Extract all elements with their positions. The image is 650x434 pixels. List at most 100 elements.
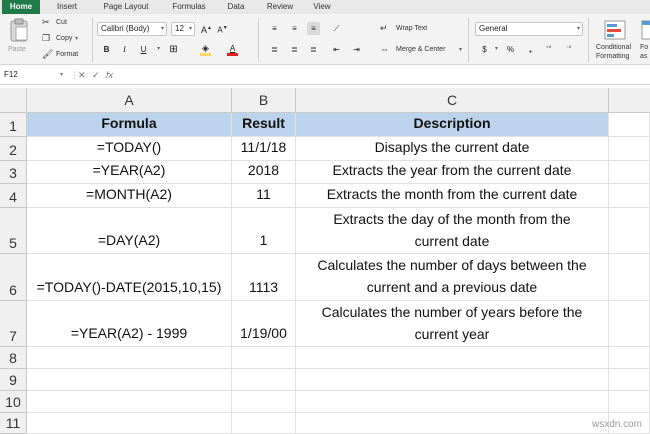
column-header-b[interactable]: B	[232, 88, 296, 113]
increase-font-icon[interactable]: A▲	[200, 22, 213, 35]
tab-insert[interactable]: Insert	[50, 0, 84, 14]
percent-icon[interactable]: %	[504, 43, 517, 56]
copy-button[interactable]: ❐ Copy ▾	[42, 33, 82, 45]
table-cell[interactable]	[232, 391, 296, 413]
row-header[interactable]: 7	[0, 301, 27, 347]
paste-button[interactable]: Paste	[6, 18, 32, 60]
number-format-select[interactable]: General ▾	[475, 22, 583, 36]
table-cell[interactable]	[27, 413, 232, 434]
table-cell[interactable]	[609, 391, 650, 413]
row-header[interactable]: 11	[0, 413, 27, 434]
table-cell[interactable]: 1113	[232, 254, 296, 301]
increase-indent-icon[interactable]: ⇥	[350, 43, 363, 56]
table-cell[interactable]: 11/1/18	[232, 137, 296, 161]
table-cell[interactable]	[609, 113, 650, 137]
borders-icon[interactable]: ⊞	[167, 43, 180, 56]
align-bottom-icon[interactable]: ≡	[307, 22, 320, 35]
chevron-down-icon[interactable]: ▾	[490, 43, 503, 56]
increase-decimal-icon[interactable]: ⁺⁰	[542, 43, 555, 56]
table-cell[interactable]: 11	[232, 184, 296, 208]
comma-style-icon[interactable]: ❟	[524, 43, 537, 56]
chevron-down-icon[interactable]: ▾	[152, 43, 165, 56]
italic-button[interactable]: I	[118, 43, 131, 56]
merge-center-button[interactable]: ⇔ Merge & Center ▾	[380, 44, 468, 56]
font-size-select[interactable]: 12 ▾	[171, 22, 195, 36]
table-cell[interactable]: 2018	[232, 161, 296, 184]
font-color-button[interactable]: A	[226, 42, 239, 56]
row-header[interactable]: 10	[0, 391, 27, 413]
format-painter-button[interactable]: 🖌 Format	[42, 49, 86, 61]
conditional-formatting-button[interactable]: Conditional Formatting	[594, 18, 640, 64]
table-cell[interactable]	[296, 369, 609, 391]
decrease-indent-icon[interactable]: ⇤	[330, 43, 343, 56]
table-cell[interactable]: Description	[296, 113, 609, 137]
align-top-icon[interactable]: ≡	[268, 22, 281, 35]
tab-formulas[interactable]: Formulas	[166, 0, 212, 14]
wrap-text-button[interactable]: ↵ Wrap Text	[380, 23, 450, 35]
table-cell[interactable]	[232, 369, 296, 391]
table-cell[interactable]	[296, 347, 609, 369]
table-cell[interactable]	[609, 208, 650, 254]
orientation-icon[interactable]: ⟋	[330, 22, 343, 35]
row-header[interactable]: 5	[0, 208, 27, 254]
chevron-down-icon[interactable]: ▾	[60, 68, 63, 82]
fx-icon[interactable]: fx	[106, 68, 113, 82]
table-cell[interactable]	[296, 391, 609, 413]
decrease-font-icon[interactable]: A▼	[216, 22, 229, 35]
table-cell[interactable]	[232, 347, 296, 369]
cut-button[interactable]: ✂ Cut	[42, 17, 82, 29]
select-all-corner[interactable]	[0, 88, 27, 113]
confirm-icon[interactable]: ✓	[92, 68, 100, 82]
table-cell[interactable]: 1	[232, 208, 296, 254]
row-header[interactable]: 9	[0, 369, 27, 391]
tab-view[interactable]: View	[308, 0, 336, 14]
underline-button[interactable]: U	[137, 43, 150, 56]
table-cell[interactable]	[609, 184, 650, 208]
table-cell[interactable]: Result	[232, 113, 296, 137]
row-header[interactable]: 2	[0, 137, 27, 161]
decrease-decimal-icon[interactable]: ⁻⁰	[562, 43, 575, 56]
table-cell[interactable]: Extracts the year from the current date	[296, 161, 609, 184]
table-cell[interactable]: =YEAR(A2) - 1999	[27, 301, 232, 347]
table-cell[interactable]	[296, 413, 609, 434]
table-cell[interactable]	[609, 161, 650, 184]
table-cell[interactable]: =DAY(A2)	[27, 208, 232, 254]
table-cell[interactable]: Formula	[27, 113, 232, 137]
column-header-d[interactable]	[609, 88, 650, 113]
table-cell[interactable]: Calculates the number of days between th…	[296, 254, 609, 301]
row-header[interactable]: 1	[0, 113, 27, 137]
tab-page-layout[interactable]: Page Layout	[94, 0, 158, 14]
table-cell[interactable]: Calculates the number of years before th…	[296, 301, 609, 347]
row-header[interactable]: 6	[0, 254, 27, 301]
fill-color-button[interactable]: ◈	[199, 42, 212, 56]
table-cell[interactable]	[609, 137, 650, 161]
table-cell[interactable]	[27, 347, 232, 369]
tab-home[interactable]: Home	[2, 0, 40, 14]
table-cell[interactable]: Disaplys the current date	[296, 137, 609, 161]
table-cell[interactable]: =TODAY()-DATE(2015,10,15)	[27, 254, 232, 301]
table-cell[interactable]	[609, 369, 650, 391]
cancel-icon[interactable]: ✕	[78, 68, 86, 82]
name-box[interactable]: F12	[4, 68, 59, 82]
align-left-icon[interactable]: ≣	[268, 43, 281, 56]
table-cell[interactable]: Extracts the month from the current date	[296, 184, 609, 208]
column-header-c[interactable]: C	[296, 88, 609, 113]
table-cell[interactable]	[609, 301, 650, 347]
table-cell[interactable]	[609, 254, 650, 301]
table-cell[interactable]: =TODAY()	[27, 137, 232, 161]
tab-data[interactable]: Data	[222, 0, 250, 14]
table-cell[interactable]: 1/19/00	[232, 301, 296, 347]
format-as-table-button[interactable]: Fo as	[640, 18, 650, 64]
bold-button[interactable]: B	[100, 43, 113, 56]
align-center-icon[interactable]: ≣	[288, 43, 301, 56]
row-header[interactable]: 4	[0, 184, 27, 208]
row-header[interactable]: 8	[0, 347, 27, 369]
row-header[interactable]: 3	[0, 161, 27, 184]
table-cell[interactable]	[27, 391, 232, 413]
font-name-select[interactable]: Calibri (Body) ▾	[97, 22, 167, 36]
table-cell[interactable]	[609, 347, 650, 369]
tab-review[interactable]: Review	[260, 0, 300, 14]
align-right-icon[interactable]: ≣	[307, 43, 320, 56]
table-cell[interactable]	[27, 369, 232, 391]
table-cell[interactable]	[232, 413, 296, 434]
